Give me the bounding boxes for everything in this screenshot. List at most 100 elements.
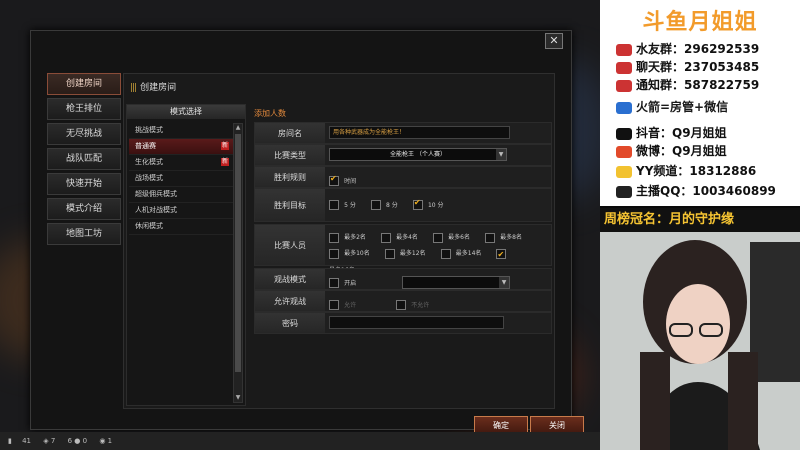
webcam-feed <box>600 232 800 450</box>
count-2: 7 <box>50 437 56 445</box>
qq-icon <box>616 185 632 198</box>
room-name-input[interactable]: 用各种武器成为全能枪王！ <box>329 126 510 139</box>
players-14-checkbox[interactable] <box>440 249 451 259</box>
players-12-checkbox[interactable] <box>384 249 395 259</box>
close-icon[interactable]: ✕ <box>545 33 563 49</box>
players-option: 最多2名 <box>344 233 366 241</box>
win-target-label: 胜利目标 <box>255 189 325 221</box>
panel-title: ||| 创建房间 <box>130 83 177 93</box>
password-input[interactable] <box>329 316 504 329</box>
weibo-icon <box>616 145 632 158</box>
password-label: 密码 <box>255 313 325 333</box>
target-5-checkbox[interactable] <box>329 199 339 210</box>
disallow-checkbox[interactable] <box>396 299 407 310</box>
win-rule-row: 胜利规则 时间 <box>254 166 552 188</box>
panel-title-text: 创建房间 <box>140 83 177 93</box>
spectate-label: 观战模式 <box>255 269 325 289</box>
mode-item[interactable]: 战场模式 <box>129 171 233 187</box>
password-row: 密码 <box>254 312 552 334</box>
players-6-checkbox[interactable] <box>433 232 444 243</box>
douyin-icon <box>616 127 632 140</box>
spectate-select[interactable]: ▼ <box>402 276 511 289</box>
mode-item-selected[interactable]: 普通赛新 <box>129 139 233 155</box>
scroll-down-icon[interactable]: ▼ <box>234 394 242 402</box>
target-5-label: 5 分 <box>344 202 356 209</box>
nav-item-clan-match[interactable]: 战队匹配 <box>47 148 121 170</box>
info-panel: 斗鱼月姐姐 水友群：296292539 聊天群：237053485 通知群：58… <box>600 0 800 206</box>
info-row: 聊天群：237053485 <box>616 58 759 75</box>
players-8-checkbox[interactable] <box>485 232 496 243</box>
group-icon <box>616 43 632 56</box>
players-4-checkbox[interactable] <box>381 232 392 243</box>
allow-checkbox[interactable] <box>329 299 339 310</box>
stream-overlay: 斗鱼月姐姐 水友群：296292539 聊天群：237053485 通知群：58… <box>600 0 800 450</box>
match-type-row: 比赛类型 全能枪王 （个人赛） ▼ <box>254 144 552 166</box>
chevron-down-icon[interactable]: ▼ <box>496 149 506 160</box>
scroll-up-icon[interactable]: ▲ <box>234 124 242 132</box>
count-3: 6 <box>67 437 73 445</box>
players-label: 比赛人员 <box>255 225 325 265</box>
mode-item[interactable]: 人机对战模式 <box>129 203 233 219</box>
left-nav: 创建房间 枪王排位 无尽挑战 战队匹配 快速开始 模式介绍 地图工坊 <box>47 73 121 248</box>
time-checkbox[interactable] <box>329 174 339 186</box>
count-5: 1 <box>107 437 113 445</box>
chat-icon: ◉ <box>99 437 106 445</box>
nav-item-map-workshop[interactable]: 地图工坊 <box>47 223 121 245</box>
new-badge: 新 <box>221 142 229 150</box>
count-1: 41 <box>22 437 32 445</box>
allow-option: 允许 <box>344 302 357 309</box>
shield-icon: ◈ <box>43 437 49 445</box>
players-10-checkbox[interactable] <box>329 249 339 259</box>
target-10-label: 10 分 <box>427 202 444 209</box>
chevron-down-icon[interactable]: ▼ <box>499 277 510 288</box>
players-row: 比赛人员 最多2名 最多4名 最多6名 最多8名 最多10名 最多12名 最多1… <box>254 224 552 274</box>
players-2-checkbox[interactable] <box>329 232 339 243</box>
info-row: 微博：Q9月姐姐 <box>616 142 727 159</box>
info-row: YY频道：18312886 <box>616 162 756 179</box>
players-option: 最多10名 <box>344 250 370 257</box>
mode-item[interactable]: 挑战模式 <box>129 123 233 139</box>
rocket-icon <box>616 101 632 114</box>
players-16-checkbox[interactable] <box>496 247 507 263</box>
mode-scrollbar[interactable]: ▲ ▼ <box>233 123 243 403</box>
info-row: 通知群：587822759 <box>616 76 759 93</box>
target-10-checkbox[interactable] <box>412 198 423 210</box>
match-type-select[interactable]: 全能枪王 （个人赛） ▼ <box>329 148 507 161</box>
nav-item-create-room[interactable]: 创建房间 <box>47 73 121 95</box>
info-row: 水友群：296292539 <box>616 40 759 57</box>
group-icon <box>616 79 632 92</box>
target-8-checkbox[interactable] <box>370 199 381 210</box>
nav-item-ranked[interactable]: 枪王排位 <box>47 98 121 120</box>
spectate-row: 观战模式 开启 ▼ <box>254 268 552 290</box>
nav-item-endless[interactable]: 无尽挑战 <box>47 123 121 145</box>
mode-item[interactable]: 生化模式新 <box>129 155 233 171</box>
yy-icon <box>616 165 632 178</box>
nav-item-quick-start[interactable]: 快速开始 <box>47 173 121 195</box>
spectate-checkbox[interactable] <box>329 277 339 288</box>
disallow-option: 不允许 <box>411 302 430 309</box>
allow-spectate-row: 允许观战 允许 不允许 <box>254 290 552 312</box>
game-window: ✕ 创建房间 枪王排位 无尽挑战 战队匹配 快速开始 模式介绍 地图工坊 |||… <box>0 0 600 450</box>
scroll-thumb[interactable] <box>235 134 241 372</box>
nav-item-mode-intro[interactable]: 模式介绍 <box>47 198 121 220</box>
players-option: 最多8名 <box>500 233 522 241</box>
win-target-row: 胜利目标 5 分 8 分 10 分 <box>254 188 552 222</box>
screen: ✕ 创建房间 枪王排位 无尽挑战 战队匹配 快速开始 模式介绍 地图工坊 |||… <box>0 0 800 450</box>
mode-select-box: 模式选择 挑战模式 普通赛新 生化模式新 战场模式 超级佣兵模式 人机对战模式 … <box>126 104 246 406</box>
mode-item[interactable]: 超级佣兵模式 <box>129 187 233 203</box>
group-icon <box>616 61 632 74</box>
target-8-label: 8 分 <box>386 202 398 209</box>
players-option: 最多12名 <box>399 250 426 257</box>
signal-icon: ▮ <box>8 437 12 445</box>
mode-list: 挑战模式 普通赛新 生化模式新 战场模式 超级佣兵模式 人机对战模式 休闲模式 <box>129 123 233 235</box>
time-option: 时间 <box>344 178 357 185</box>
add-count-label: 添加人数 <box>254 109 286 118</box>
win-rule-label: 胜利规则 <box>255 167 325 187</box>
match-type-label: 比赛类型 <box>255 145 325 165</box>
info-row: 抖音：Q9月姐姐 <box>616 124 727 141</box>
circle-icon: ● <box>74 437 81 445</box>
bottom-bar: ▮ 41 ◈ 7 6 ● 0 ◉ 1 <box>0 432 600 450</box>
players-option: 最多14名 <box>455 250 482 257</box>
info-row: 主播QQ：1003460899 <box>616 182 776 199</box>
mode-item[interactable]: 休闲模式 <box>129 219 233 235</box>
